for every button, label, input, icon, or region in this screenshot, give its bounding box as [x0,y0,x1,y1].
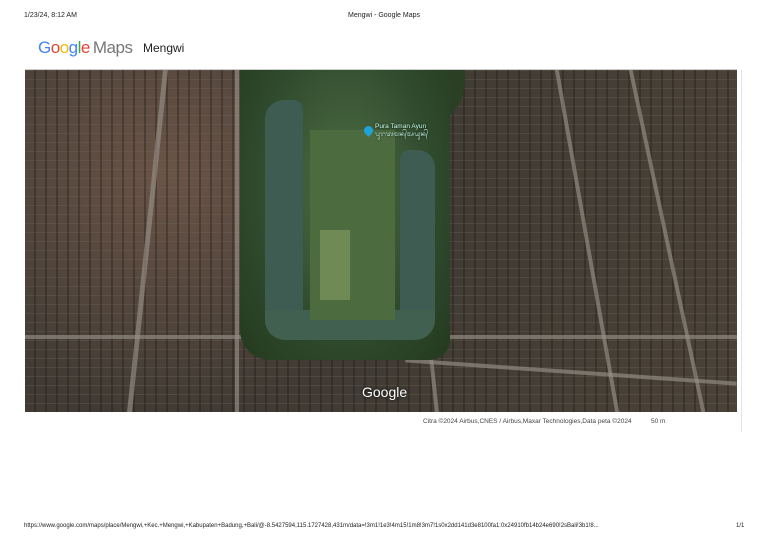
place-name: Mengwi [143,41,185,55]
google-maps-logo[interactable]: Google Maps [38,38,133,58]
page-number: 1/1 [736,523,745,529]
print-page-title: Mengwi - Google Maps [348,12,420,19]
google-watermark: Google [362,384,408,400]
satellite-map[interactable]: Pura Taman Ayun ᬧᬸᬭᬢᬫᬦ᭄ᬅᬬᬸᬦ᭄ Google [25,70,737,412]
road [127,70,168,412]
lawn [320,230,350,300]
page-edge-line [741,70,742,432]
road [628,70,706,412]
road [405,358,737,386]
place-pin-label[interactable]: Pura Taman Ayun ᬧᬸᬭᬢᬫᬦ᭄ᬅᬬᬸᬦ᭄ [375,123,428,139]
road [554,70,620,412]
map-attribution: Citra ©2024 Airbus,CNES / Airbus,Maxar T… [423,418,632,425]
map-scale: 50 m [651,418,666,425]
road [235,70,239,412]
print-url: https://www.google.com/maps/place/Mengwi… [24,523,599,529]
moat-west [265,100,303,335]
